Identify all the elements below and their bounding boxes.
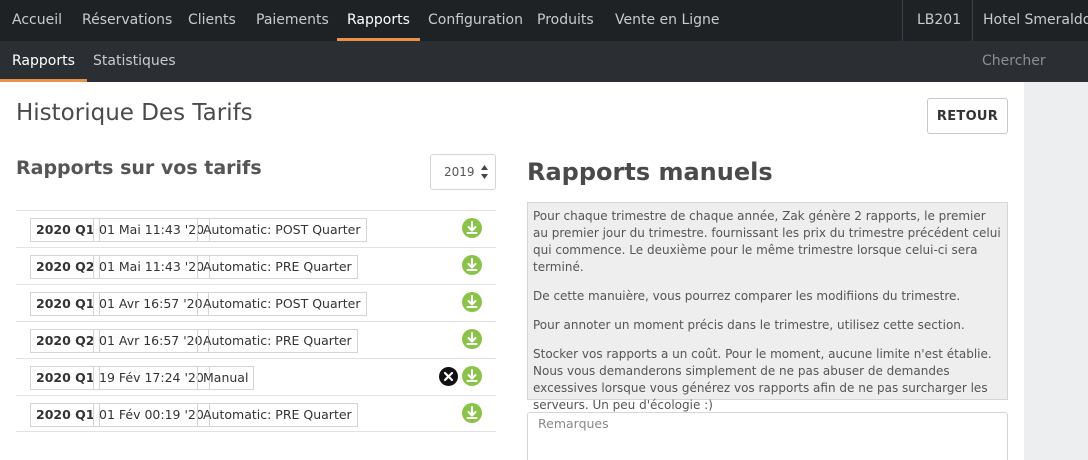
- download-circle-icon[interactable]: [462, 292, 482, 312]
- download-circle-icon[interactable]: [462, 366, 482, 386]
- report-row: 2020 Q1 01 Fév 00:19 '20 Automatic: PRE …: [16, 395, 496, 432]
- download-circle-icon[interactable]: [462, 218, 482, 238]
- report-row: 2020 Q1 19 Fév 17:24 '20 Manual: [16, 358, 496, 395]
- report-date: 01 Fév 00:19 '20: [93, 403, 210, 427]
- report-quarter: 2020 Q1: [30, 218, 101, 242]
- report-quarter: 2020 Q2: [30, 255, 101, 279]
- page-title: Historique Des Tarifs: [16, 100, 253, 126]
- report-quarter: 2020 Q2: [30, 329, 101, 353]
- nav-item-vente-en-ligne[interactable]: Vente en Ligne: [615, 0, 720, 41]
- reports-section-title: Rapports sur vos tarifs: [16, 157, 262, 179]
- download-circle-icon[interactable]: [462, 403, 482, 423]
- info-paragraph: Stocker vos rapports a un coût. Pour le …: [533, 347, 992, 412]
- report-row: 2020 Q2 01 Avr 16:57 '20 Automatic: PRE …: [16, 321, 496, 358]
- nav-item-accueil[interactable]: Accueil: [12, 0, 62, 41]
- report-kind: Automatic: POST Quarter: [197, 218, 367, 242]
- report-date: 19 Fév 17:24 '20: [93, 366, 210, 390]
- report-kind: Automatic: PRE Quarter: [197, 329, 358, 353]
- top-navbar: Accueil Réservations Clients Paiements R…: [0, 0, 1088, 41]
- back-button[interactable]: RETOUR: [927, 98, 1008, 134]
- report-date: 01 Mai 11:43 '20: [93, 218, 211, 242]
- info-paragraph: Pour annoter un moment précis dans le tr…: [533, 318, 965, 332]
- nav-room-code[interactable]: LB201: [917, 0, 961, 41]
- info-paragraph: De cette manuière, vous pourrez comparer…: [533, 289, 961, 303]
- manual-info-box: Pour chaque trimestre de chaque année, Z…: [527, 202, 1008, 412]
- reports-list: 2020 Q1 01 Mai 11:43 '20 Automatic: POST…: [16, 210, 496, 432]
- download-circle-icon[interactable]: [462, 255, 482, 275]
- nav-item-clients[interactable]: Clients: [188, 0, 236, 41]
- year-select-value: 2019: [444, 165, 475, 179]
- report-date: 01 Avr 16:57 '20: [93, 292, 209, 316]
- nav-item-produits[interactable]: Produits: [537, 0, 594, 41]
- report-kind: Automatic: PRE Quarter: [197, 255, 358, 279]
- year-select[interactable]: 2019: [430, 154, 496, 190]
- nav-divider: [902, 0, 903, 41]
- info-paragraph: Pour chaque trimestre de chaque année, Z…: [533, 209, 1001, 274]
- close-circle-icon[interactable]: [439, 367, 458, 386]
- nav-item-configuration[interactable]: Configuration: [428, 0, 523, 41]
- download-circle-icon[interactable]: [462, 329, 482, 349]
- nav-item-paiements[interactable]: Paiements: [256, 0, 329, 41]
- nav-hotel-name[interactable]: Hotel Smeraldo: [983, 0, 1088, 41]
- sort-arrows-icon: [481, 165, 488, 179]
- report-kind: Automatic: POST Quarter: [197, 292, 367, 316]
- sub-navbar: Rapports Statistiques: [0, 41, 1088, 82]
- report-quarter: 2020 Q1: [30, 292, 101, 316]
- manual-reports-title: Rapports manuels: [527, 158, 773, 186]
- nav-divider: [972, 0, 973, 41]
- report-quarter: 2020 Q1: [30, 366, 101, 390]
- search-input[interactable]: [960, 47, 1080, 75]
- report-quarter: 2020 Q1: [30, 403, 101, 427]
- nav-item-reservations[interactable]: Réservations: [82, 0, 172, 41]
- subnav-item-statistiques[interactable]: Statistiques: [93, 41, 176, 82]
- report-date: 01 Avr 16:57 '20: [93, 329, 209, 353]
- report-row: 2020 Q2 01 Mai 11:43 '20 Automatic: PRE …: [16, 247, 496, 284]
- report-date: 01 Mai 11:43 '20: [93, 255, 211, 279]
- report-kind: Automatic: PRE Quarter: [197, 403, 358, 427]
- remarks-textarea[interactable]: [527, 412, 1008, 460]
- subnav-item-rapports[interactable]: Rapports: [0, 41, 87, 82]
- report-kind: Manual: [197, 366, 255, 390]
- report-row: 2020 Q1 01 Avr 16:57 '20 Automatic: POST…: [16, 284, 496, 321]
- nav-item-rapports[interactable]: Rapports: [337, 0, 420, 41]
- report-row: 2020 Q1 01 Mai 11:43 '20 Automatic: POST…: [16, 210, 496, 247]
